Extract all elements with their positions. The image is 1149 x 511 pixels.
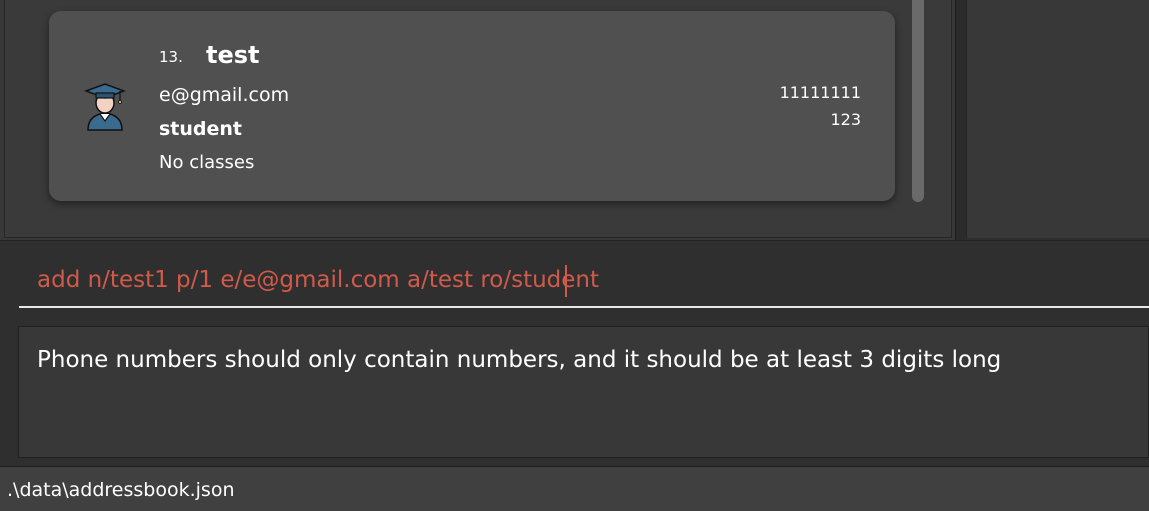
card-extra: 123: [830, 110, 861, 129]
result-display-area: Phone numbers should only contain number…: [0, 318, 1149, 466]
result-message: Phone numbers should only contain number…: [37, 347, 1002, 373]
status-file-path: .\data\addressbook.json: [7, 479, 235, 501]
card-name: test: [206, 41, 260, 69]
list-scrollbar[interactable]: [910, 0, 926, 202]
side-panel: [966, 0, 1149, 238]
command-box-area: [0, 240, 1149, 318]
card-email: e@gmail.com: [159, 84, 290, 106]
person-list-panel: 13. test e@gmail.com student No classes …: [0, 0, 956, 240]
status-bar: .\data\addressbook.json: [0, 466, 1149, 511]
person-card[interactable]: 13. test e@gmail.com student No classes …: [49, 11, 895, 201]
person-list-view[interactable]: 13. test e@gmail.com student No classes …: [4, 0, 952, 238]
card-phone: 11111111: [779, 83, 861, 102]
text-caret: [565, 265, 567, 297]
card-index: 13.: [159, 48, 183, 66]
card-role: student: [159, 118, 243, 140]
list-scrollbar-thumb[interactable]: [912, 0, 924, 202]
graduate-student-icon: [84, 83, 126, 131]
command-input[interactable]: [19, 253, 1149, 308]
result-display[interactable]: Phone numbers should only contain number…: [18, 326, 1149, 458]
card-classes: No classes: [159, 152, 255, 173]
panel-divider[interactable]: [956, 0, 966, 240]
app-window: 13. test e@gmail.com student No classes …: [0, 0, 1149, 511]
